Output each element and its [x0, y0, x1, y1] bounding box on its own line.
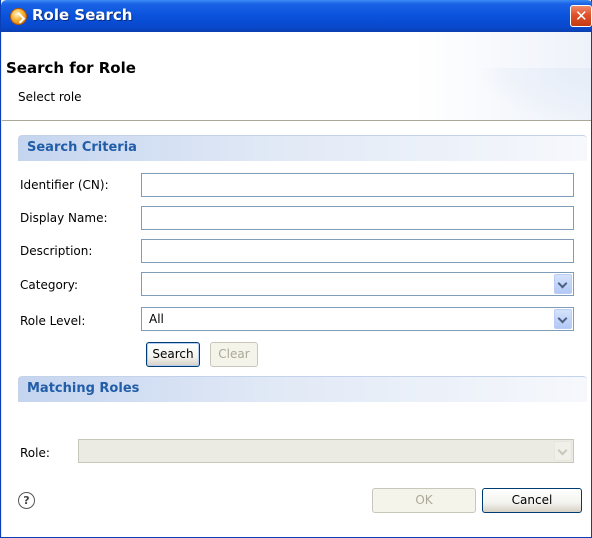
- matching-roles-heading: Matching Roles: [27, 381, 140, 396]
- chevron-down-icon[interactable]: [554, 441, 572, 461]
- identifier-input[interactable]: [141, 173, 574, 197]
- close-icon: ✕: [575, 7, 588, 25]
- dialog-header: Search for Role Select role: [2, 32, 591, 120]
- app-icon: [10, 8, 27, 25]
- role-level-value: All: [149, 312, 164, 326]
- help-icon[interactable]: ?: [18, 492, 35, 509]
- search-criteria-heading: Search Criteria: [27, 140, 137, 155]
- identifier-label: Identifier (CN):: [20, 178, 109, 192]
- window-title: Role Search: [32, 6, 133, 24]
- dialog-content: Search Criteria Identifier (CN): Display…: [2, 122, 591, 537]
- role-level-label: Role Level:: [20, 314, 86, 328]
- clear-button[interactable]: Clear: [210, 342, 258, 367]
- category-label: Category:: [20, 278, 78, 292]
- chevron-down-icon[interactable]: [554, 274, 572, 294]
- role-select[interactable]: [78, 439, 574, 463]
- header-decoration: [481, 68, 591, 120]
- cancel-button[interactable]: Cancel: [482, 488, 582, 513]
- role-level-select[interactable]: All: [141, 307, 574, 331]
- page-title: Search for Role: [6, 59, 136, 77]
- description-label: Description:: [20, 244, 93, 258]
- display-name-input[interactable]: [141, 206, 574, 230]
- search-button[interactable]: Search: [146, 342, 200, 367]
- matching-roles-section[interactable]: Matching Roles: [18, 376, 587, 402]
- chevron-down-icon[interactable]: [554, 309, 572, 329]
- description-input[interactable]: [141, 239, 574, 263]
- display-name-label: Display Name:: [20, 211, 108, 225]
- category-select[interactable]: [141, 272, 574, 296]
- role-label: Role:: [20, 446, 50, 460]
- page-subtitle: Select role: [18, 90, 82, 104]
- close-button[interactable]: ✕: [570, 5, 592, 27]
- ok-button[interactable]: OK: [372, 488, 476, 513]
- search-criteria-section[interactable]: Search Criteria: [18, 135, 587, 161]
- title-bar[interactable]: Role Search ✕: [1, 0, 592, 32]
- role-search-dialog: Role Search ✕ Search for Role Select rol…: [0, 0, 592, 538]
